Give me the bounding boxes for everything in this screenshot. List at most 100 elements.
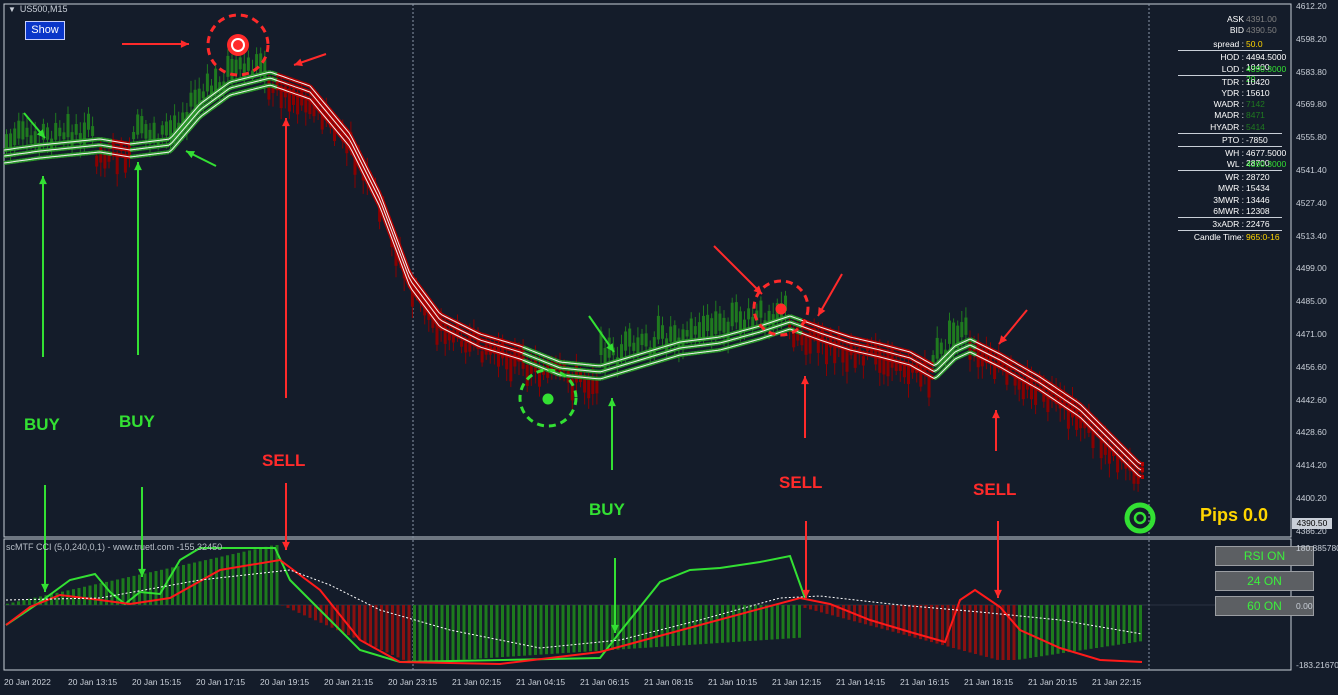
stats-value: 15610: [1246, 87, 1270, 98]
candle: [706, 314, 710, 332]
cci-bar: [413, 605, 416, 663]
candle: [927, 375, 931, 398]
cci-bar: [858, 605, 862, 623]
cci-bar: [237, 552, 240, 605]
cci-bar: [297, 605, 301, 613]
stats-key: Candle Time:: [1193, 232, 1244, 243]
chart-canvas: [3, 3, 1292, 671]
stats-row: ASK 4391.00: [1178, 14, 1282, 25]
candle: [861, 356, 865, 366]
cci-bar: [66, 590, 70, 605]
candle: [652, 337, 656, 355]
cci-bar: [198, 561, 202, 605]
candle: [46, 127, 49, 140]
candle: [201, 91, 205, 99]
candle: [845, 350, 849, 372]
candle: [882, 358, 886, 375]
cci-bar: [369, 605, 372, 646]
cci-bar: [187, 563, 191, 605]
price-tick: 4499.00: [1296, 263, 1327, 274]
cci-bar: [957, 605, 961, 650]
candle: [193, 89, 197, 108]
time-tick: 20 Jan 19:15: [260, 677, 310, 687]
stats-key: 3xADR :: [1212, 219, 1244, 229]
stats-key: WADR :: [1213, 99, 1244, 110]
buy-label-1: BUY: [24, 415, 60, 434]
cci-bar: [424, 605, 427, 663]
cci-bar: [220, 556, 224, 605]
cci-bar: [869, 605, 873, 626]
cci-bar: [132, 575, 136, 605]
cci-bar: [1122, 605, 1126, 644]
stats-value: 12308: [1246, 205, 1270, 216]
cci-bar: [798, 605, 801, 638]
candle: [87, 113, 90, 130]
candle: [70, 132, 74, 147]
stats-key: spread :: [1213, 39, 1244, 50]
candle: [759, 300, 763, 318]
cci-bar: [1117, 605, 1120, 645]
buy-label-3: BUY: [589, 500, 625, 519]
cci-bar: [468, 605, 471, 660]
cci-bar: [99, 583, 103, 605]
cci-bar: [451, 605, 455, 661]
stats-row: TDR :10420: [1178, 77, 1282, 88]
candle: [902, 364, 906, 378]
stats-key: WR :: [1225, 172, 1244, 183]
cci-bar: [759, 605, 763, 641]
candle: [656, 315, 660, 340]
cci-bar: [1111, 605, 1115, 646]
stats-row: MADR :8471: [1178, 110, 1282, 121]
dropdown-triangle-icon[interactable]: ▼: [8, 5, 16, 14]
main-chart-frame: [3, 3, 1292, 538]
sell-arrow-head: [992, 410, 1000, 419]
stats-value: 15434: [1246, 183, 1270, 194]
current-price-tag: 4390.50: [1292, 518, 1332, 529]
indicator-axis-min: -183.216700: [1296, 660, 1338, 670]
cci-bar: [116, 579, 119, 605]
stats-value: 13446: [1246, 194, 1270, 205]
bottom-dot: [542, 393, 554, 405]
cci-bar: [693, 605, 697, 645]
cci-bar: [831, 605, 834, 616]
candle: [952, 322, 956, 347]
candle: [74, 124, 78, 135]
candle: [718, 313, 722, 331]
cci-bar: [517, 605, 521, 657]
stats-row: WH :4677.5000 28700: [1178, 148, 1286, 168]
time-tick: 21 Jan 02:15: [452, 677, 502, 687]
cci-bar: [583, 605, 587, 652]
candle: [886, 352, 890, 377]
candle: [825, 342, 828, 365]
cci-bar: [1012, 605, 1016, 660]
time-tick: 21 Jan 12:15: [772, 677, 822, 687]
candle: [853, 353, 857, 368]
candle: [624, 331, 628, 351]
cci-bar: [781, 605, 785, 639]
candle: [714, 311, 718, 334]
cci-bar: [402, 605, 405, 660]
candle: [935, 337, 939, 359]
cci-bar: [1045, 605, 1049, 656]
cci-bar: [1106, 605, 1109, 647]
24-on-button[interactable]: 24 ON: [1215, 571, 1314, 591]
cci-bar: [765, 605, 768, 640]
show-button[interactable]: Show: [25, 21, 65, 40]
stats-key: BID: [1229, 25, 1244, 36]
candle: [136, 114, 140, 135]
candle: [13, 128, 17, 146]
cci-bar: [594, 605, 598, 652]
candle: [25, 127, 29, 137]
price-tick: 4598.20: [1296, 33, 1327, 44]
cci-bar: [946, 605, 950, 647]
sell-arrow-head: [282, 118, 290, 127]
stats-row: HOD :4494.5000 10400: [1178, 52, 1286, 72]
cci-bar: [88, 585, 92, 605]
cci-bar: [501, 605, 504, 658]
stats-key: MWR :: [1218, 183, 1244, 194]
stats-key: HYADR :: [1210, 121, 1244, 132]
stats-key: YDR :: [1221, 87, 1244, 98]
buy-arrow-head: [39, 176, 47, 185]
cci-bar: [11, 602, 15, 605]
time-tick: 21 Jan 06:15: [580, 677, 630, 687]
